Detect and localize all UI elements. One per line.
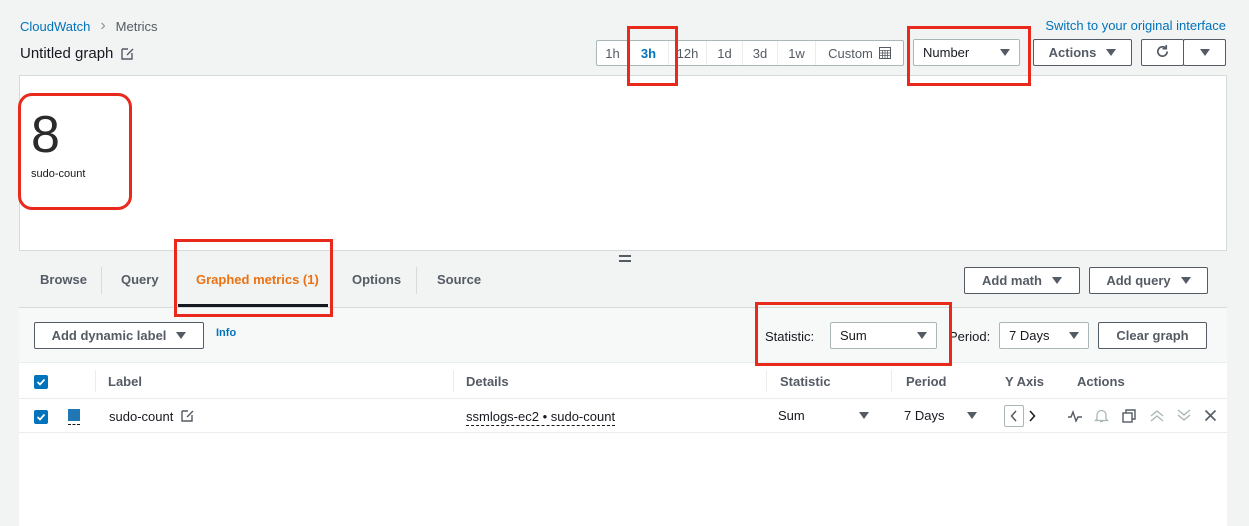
table-row <box>19 399 1227 433</box>
statistic-caret-icon[interactable] <box>859 412 869 419</box>
caret-down-icon <box>1000 49 1010 56</box>
graph-title-text: Untitled graph <box>20 45 114 62</box>
tab-query[interactable]: Query <box>121 268 159 292</box>
calendar-icon <box>878 41 891 65</box>
column-divider <box>891 370 892 392</box>
caret-down-icon <box>1051 277 1062 284</box>
caret-down-icon <box>917 332 927 339</box>
time-range-1d[interactable]: 1d <box>707 41 743 65</box>
tab-browse[interactable]: Browse <box>40 268 87 292</box>
row-checkbox[interactable] <box>34 410 48 424</box>
header-actions: Actions <box>1077 374 1125 389</box>
column-divider <box>95 370 96 392</box>
number-widget: 8 sudo-count <box>31 105 85 180</box>
header-label: Label <box>108 374 142 389</box>
breadcrumb-cloudwatch[interactable]: CloudWatch <box>20 19 90 34</box>
number-value: 8 <box>31 106 60 164</box>
y-axis-left-button[interactable] <box>1004 405 1024 427</box>
actions-button[interactable]: Actions <box>1033 39 1132 66</box>
row-details[interactable]: ssmlogs-ec2 • sudo-count <box>466 409 616 426</box>
time-range-group: 1h 3h 12h 1d 3d 1w Custom <box>596 40 904 66</box>
refresh-options-button[interactable] <box>1183 39 1226 66</box>
period-caret-icon[interactable] <box>967 412 977 419</box>
refresh-button[interactable] <box>1141 39 1184 66</box>
time-range-3d[interactable]: 3d <box>743 41 778 65</box>
caret-down-icon <box>1180 277 1191 284</box>
chevron-right-icon <box>1029 410 1036 422</box>
widget-type-select[interactable]: Number <box>913 39 1020 66</box>
move-down-icon[interactable] <box>1176 408 1192 426</box>
header-statistic: Statistic <box>780 374 831 389</box>
statistic-value: Sum <box>840 328 867 343</box>
column-divider <box>766 370 767 392</box>
column-divider <box>453 370 454 392</box>
caret-down-icon <box>1069 332 1079 339</box>
clear-graph-label: Clear graph <box>1116 328 1189 343</box>
close-icon[interactable] <box>1204 409 1217 425</box>
tab-source[interactable]: Source <box>437 268 481 292</box>
chevron-left-icon <box>1010 410 1017 422</box>
statistic-select[interactable]: Sum <box>830 322 937 349</box>
caret-down-icon <box>1199 49 1210 56</box>
caret-down-icon <box>1106 49 1117 56</box>
period-select[interactable]: 7 Days <box>999 322 1089 349</box>
row-statistic: Sum <box>778 408 805 423</box>
actions-label: Actions <box>1048 45 1097 60</box>
tab-divider <box>416 267 417 294</box>
header-period: Period <box>906 374 947 389</box>
widget-type-value: Number <box>923 45 970 60</box>
custom-label: Custom <box>828 45 873 61</box>
tab-graphed-metrics[interactable]: Graphed metrics (1) <box>196 268 319 292</box>
statistic-label: Statistic: <box>765 329 815 344</box>
pulse-icon[interactable] <box>1067 409 1083 426</box>
refresh-icon <box>1155 44 1170 62</box>
series-color-swatch[interactable] <box>68 409 80 426</box>
chevron-right-icon: › <box>100 17 106 34</box>
move-up-icon[interactable] <box>1149 408 1165 426</box>
resize-handle[interactable] <box>619 255 631 262</box>
caret-down-icon <box>176 332 187 339</box>
info-link[interactable]: Info <box>216 327 236 339</box>
time-range-custom[interactable]: Custom <box>816 41 903 65</box>
graph-title: Untitled graph <box>20 45 134 62</box>
edit-icon[interactable] <box>121 47 134 60</box>
add-math-button[interactable]: Add math <box>964 267 1080 294</box>
graph-panel <box>19 75 1227 251</box>
switch-interface-link[interactable]: Switch to your original interface <box>1045 18 1226 33</box>
time-range-3h[interactable]: 3h <box>629 41 669 65</box>
period-label: Period: <box>949 329 991 344</box>
breadcrumb: CloudWatch › Metrics <box>20 17 158 35</box>
duplicate-icon[interactable] <box>1122 409 1136 426</box>
header-details: Details <box>466 374 509 389</box>
period-value: 7 Days <box>1009 328 1050 343</box>
number-label: sudo-count <box>31 168 86 180</box>
tab-divider <box>101 267 102 294</box>
time-range-1h[interactable]: 1h <box>597 41 629 65</box>
select-all-checkbox[interactable] <box>34 375 48 389</box>
edit-label-icon[interactable] <box>181 409 194 425</box>
time-range-12h[interactable]: 12h <box>669 41 707 65</box>
add-math-label: Add math <box>982 273 1042 288</box>
row-label: sudo-count <box>109 409 174 424</box>
add-query-button[interactable]: Add query <box>1089 267 1208 294</box>
breadcrumb-metrics: Metrics <box>115 18 158 34</box>
add-query-label: Add query <box>1106 273 1171 288</box>
alarm-bell-icon[interactable] <box>1093 408 1110 426</box>
add-dynamic-label-text: Add dynamic label <box>51 328 167 343</box>
header-y-axis: Y Axis <box>1005 374 1045 389</box>
add-dynamic-label-button[interactable]: Add dynamic label <box>34 322 204 349</box>
y-axis-right-button[interactable] <box>1026 405 1038 427</box>
row-period: 7 Days <box>904 408 945 423</box>
time-range-1w[interactable]: 1w <box>778 41 816 65</box>
clear-graph-button[interactable]: Clear graph <box>1098 322 1207 349</box>
tab-options[interactable]: Options <box>352 268 401 292</box>
